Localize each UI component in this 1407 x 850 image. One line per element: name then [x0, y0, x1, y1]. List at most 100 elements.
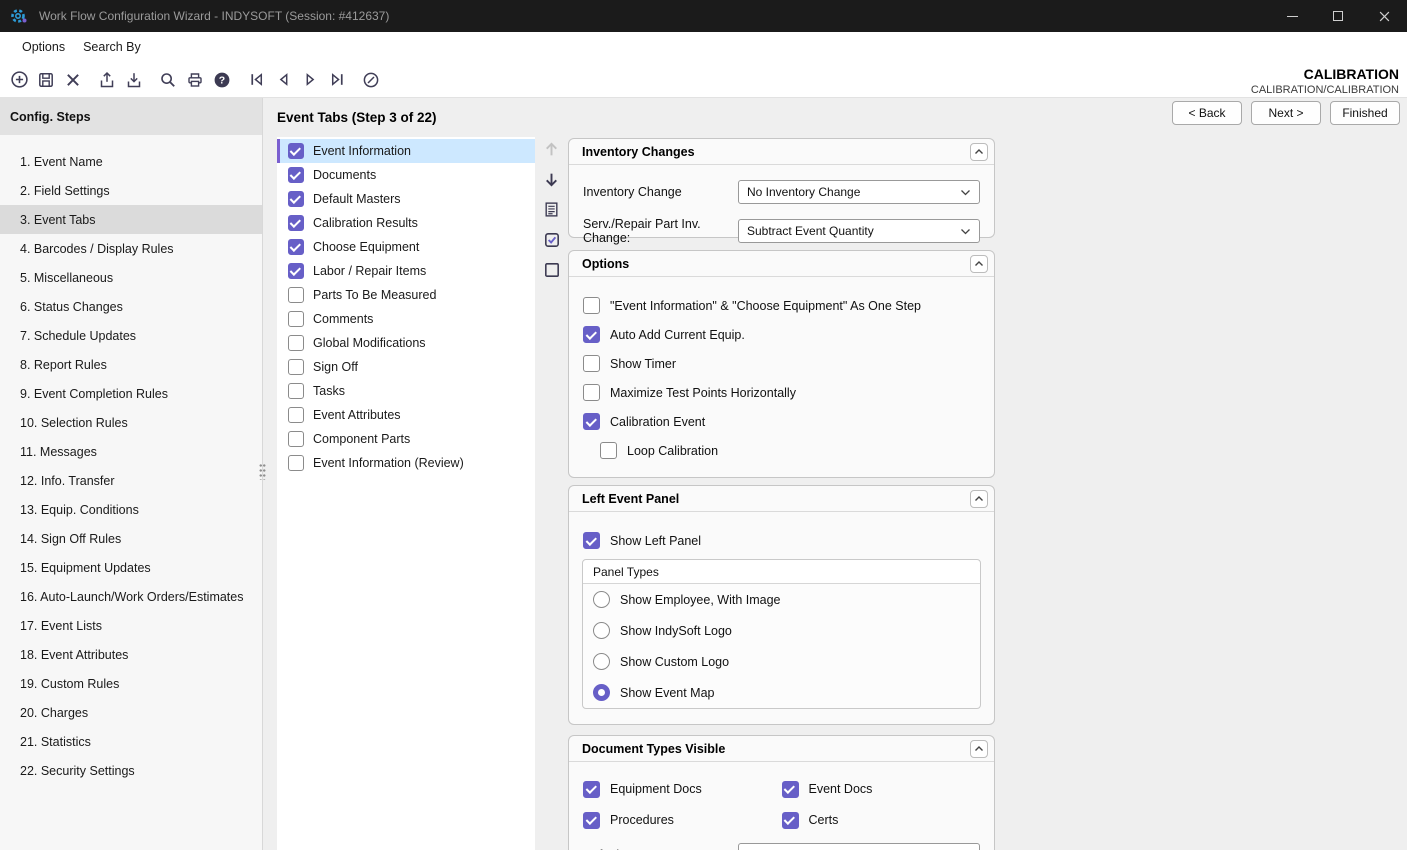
document-type-checkbox[interactable] — [583, 781, 600, 798]
panel-type-radio[interactable] — [593, 684, 610, 701]
sidebar-step-item[interactable]: 13. Equip. Conditions — [0, 495, 262, 524]
record-button[interactable] — [358, 67, 384, 93]
document-type-checkbox[interactable] — [782, 781, 799, 798]
delete-button[interactable] — [60, 67, 86, 93]
show-left-panel-checkbox[interactable] — [583, 532, 600, 549]
event-tab-row[interactable]: Event Information — [277, 139, 535, 163]
collapse-button[interactable] — [970, 143, 988, 161]
document-type-row[interactable]: Event Docs — [782, 774, 981, 804]
nav-next-button[interactable] — [297, 67, 323, 93]
sidebar-step-item[interactable]: 18. Event Attributes — [0, 640, 262, 669]
sidebar-step-item[interactable]: 16. Auto-Launch/Work Orders/Estimates — [0, 582, 262, 611]
event-tab-row[interactable]: Calibration Results — [277, 211, 535, 235]
panel-type-radio[interactable] — [593, 622, 610, 639]
panel-type-option[interactable]: Show Event Map — [583, 677, 980, 708]
sidebar-step-item[interactable]: 20. Charges — [0, 698, 262, 727]
collapse-button[interactable] — [970, 255, 988, 273]
sidebar-step-item[interactable]: 3. Event Tabs — [0, 205, 262, 234]
sidebar-step-item[interactable]: 10. Selection Rules — [0, 408, 262, 437]
option-checkbox[interactable] — [583, 326, 600, 343]
event-tab-row[interactable]: Comments — [277, 307, 535, 331]
sidebar-step-item[interactable]: 21. Statistics — [0, 727, 262, 756]
inventory-select[interactable]: No Inventory Change — [738, 180, 980, 204]
option-row[interactable]: Show Timer — [583, 349, 980, 378]
event-tab-checkbox[interactable] — [288, 431, 304, 447]
collapse-button[interactable] — [970, 740, 988, 758]
event-tab-checkbox[interactable] — [288, 263, 304, 279]
event-tab-checkbox[interactable] — [288, 335, 304, 351]
event-tab-checkbox[interactable] — [288, 239, 304, 255]
event-tab-checkbox[interactable] — [288, 311, 304, 327]
inventory-select[interactable]: Subtract Event Quantity — [738, 219, 980, 243]
maximize-button[interactable] — [1315, 0, 1361, 32]
collapse-button[interactable] — [970, 490, 988, 508]
event-tab-checkbox[interactable] — [288, 287, 304, 303]
splitter-handle[interactable] — [259, 463, 266, 480]
sidebar-step-item[interactable]: 19. Custom Rules — [0, 669, 262, 698]
sidebar-step-item[interactable]: 15. Equipment Updates — [0, 553, 262, 582]
sidebar-step-item[interactable]: 6. Status Changes — [0, 292, 262, 321]
option-row[interactable]: Maximize Test Points Horizontally — [583, 378, 980, 407]
event-tab-row[interactable]: Event Attributes — [277, 403, 535, 427]
option-checkbox[interactable] — [600, 442, 617, 459]
add-button[interactable] — [6, 67, 32, 93]
sidebar-step-item[interactable]: 5. Miscellaneous — [0, 263, 262, 292]
nav-first-button[interactable] — [243, 67, 269, 93]
document-type-row[interactable]: Equipment Docs — [583, 774, 782, 804]
show-left-panel-row[interactable]: Show Left Panel — [583, 526, 980, 555]
event-tab-checkbox[interactable] — [288, 167, 304, 183]
option-row[interactable]: Calibration Event — [583, 407, 980, 436]
panel-type-option[interactable]: Show IndySoft Logo — [583, 615, 980, 646]
panel-type-option[interactable]: Show Employee, With Image — [583, 584, 980, 615]
event-tab-row[interactable]: Event Information (Review) — [277, 451, 535, 475]
event-tab-checkbox[interactable] — [288, 407, 304, 423]
document-type-row[interactable]: Certs — [782, 805, 981, 835]
print-button[interactable] — [182, 67, 208, 93]
event-tab-checkbox[interactable] — [288, 359, 304, 375]
sidebar-step-item[interactable]: 14. Sign Off Rules — [0, 524, 262, 553]
sidebar-step-item[interactable]: 11. Messages — [0, 437, 262, 466]
event-tab-row[interactable]: Tasks — [277, 379, 535, 403]
nav-prev-button[interactable] — [270, 67, 296, 93]
option-row[interactable]: "Event Information" & "Choose Equipment"… — [583, 291, 980, 320]
option-checkbox[interactable] — [583, 355, 600, 372]
option-row[interactable]: Loop Calibration — [583, 436, 980, 465]
next-button[interactable]: Next > — [1251, 101, 1321, 125]
sidebar-step-item[interactable]: 17. Event Lists — [0, 611, 262, 640]
event-tab-row[interactable]: Default Masters — [277, 187, 535, 211]
event-tab-row[interactable]: Parts To Be Measured — [277, 283, 535, 307]
sidebar-step-item[interactable]: 2. Field Settings — [0, 176, 262, 205]
event-tab-checkbox[interactable] — [288, 143, 304, 159]
option-checkbox[interactable] — [583, 384, 600, 401]
sidebar-step-item[interactable]: 22. Security Settings — [0, 756, 262, 785]
move-down-button[interactable] — [541, 169, 562, 190]
menu-item[interactable]: Options — [13, 35, 74, 59]
move-up-button[interactable] — [541, 139, 562, 160]
uncheck-all-button[interactable] — [541, 259, 562, 280]
default-type-select[interactable] — [738, 843, 980, 850]
panel-type-option[interactable]: Show Custom Logo — [583, 646, 980, 677]
event-tab-row[interactable]: Sign Off — [277, 355, 535, 379]
event-tab-checkbox[interactable] — [288, 455, 304, 471]
event-tab-checkbox[interactable] — [288, 191, 304, 207]
document-type-row[interactable]: Procedures — [583, 805, 782, 835]
check-all-button[interactable] — [541, 229, 562, 250]
event-tab-checkbox[interactable] — [288, 383, 304, 399]
notes-button[interactable] — [541, 199, 562, 220]
menu-item[interactable]: Search By — [74, 35, 150, 59]
panel-type-radio[interactable] — [593, 653, 610, 670]
finished-button[interactable]: Finished — [1330, 101, 1400, 125]
help-button[interactable]: ? — [209, 67, 235, 93]
nav-last-button[interactable] — [324, 67, 350, 93]
sidebar-step-item[interactable]: 1. Event Name — [0, 147, 262, 176]
save-button[interactable] — [33, 67, 59, 93]
panel-type-radio[interactable] — [593, 591, 610, 608]
sidebar-step-item[interactable]: 4. Barcodes / Display Rules — [0, 234, 262, 263]
event-tab-row[interactable]: Component Parts — [277, 427, 535, 451]
document-type-checkbox[interactable] — [782, 812, 799, 829]
search-button[interactable] — [155, 67, 181, 93]
import-button[interactable] — [121, 67, 147, 93]
close-button[interactable] — [1361, 0, 1407, 32]
sidebar-step-item[interactable]: 8. Report Rules — [0, 350, 262, 379]
option-checkbox[interactable] — [583, 413, 600, 430]
